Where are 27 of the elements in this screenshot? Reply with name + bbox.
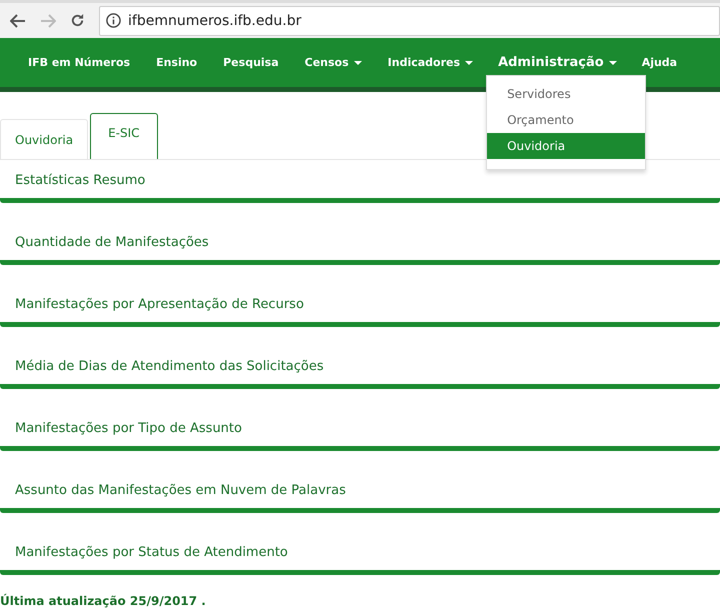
nav-item[interactable]: Censos [292, 56, 375, 69]
nav-item[interactable]: IFB em Números [15, 56, 144, 69]
reload-icon[interactable] [70, 13, 85, 28]
panel-header[interactable]: Quantidade de Manifestações [0, 203, 720, 265]
caret-icon [608, 60, 617, 64]
panel-header[interactable]: Assunto das Manifestações em Nuvem de Palavras [0, 451, 720, 513]
tab[interactable]: E-SIC [90, 113, 158, 159]
last-update-text: Última atualização 25/9/2017 . [0, 592, 207, 608]
caret-icon [354, 60, 362, 64]
info-icon [106, 13, 121, 28]
panel-header[interactable]: Média de Dias de Atendimento das Solicitações [0, 327, 720, 389]
nav-item[interactable]: Ajuda [628, 56, 690, 69]
menu-item[interactable]: Ouvidoria [487, 133, 646, 159]
nav-item[interactable]: Pesquisa [210, 56, 292, 69]
caret-icon [465, 60, 474, 64]
menu-item[interactable]: Orçamento [487, 107, 646, 133]
tab[interactable]: Ouvidoria [0, 119, 88, 159]
panel-header[interactable]: Manifestações por Tipo de Assunto [0, 389, 720, 451]
nav-item[interactable]: Ensino [143, 56, 210, 69]
address-field[interactable]: ifbemnumeros.ifb.edu.br [99, 6, 720, 36]
panel-header[interactable]: Manifestações por Status de Atendimento [0, 513, 720, 575]
nav-item[interactable]: Administração [486, 55, 629, 70]
panel-header[interactable]: Estatísticas Resumo [0, 160, 720, 203]
nav-item[interactable]: Indicadores [374, 56, 486, 69]
panel-header[interactable]: Manifestações por Apresentação de Recurso [0, 265, 720, 327]
menu-item[interactable]: Servidores [487, 81, 646, 107]
back-icon[interactable] [10, 14, 26, 28]
